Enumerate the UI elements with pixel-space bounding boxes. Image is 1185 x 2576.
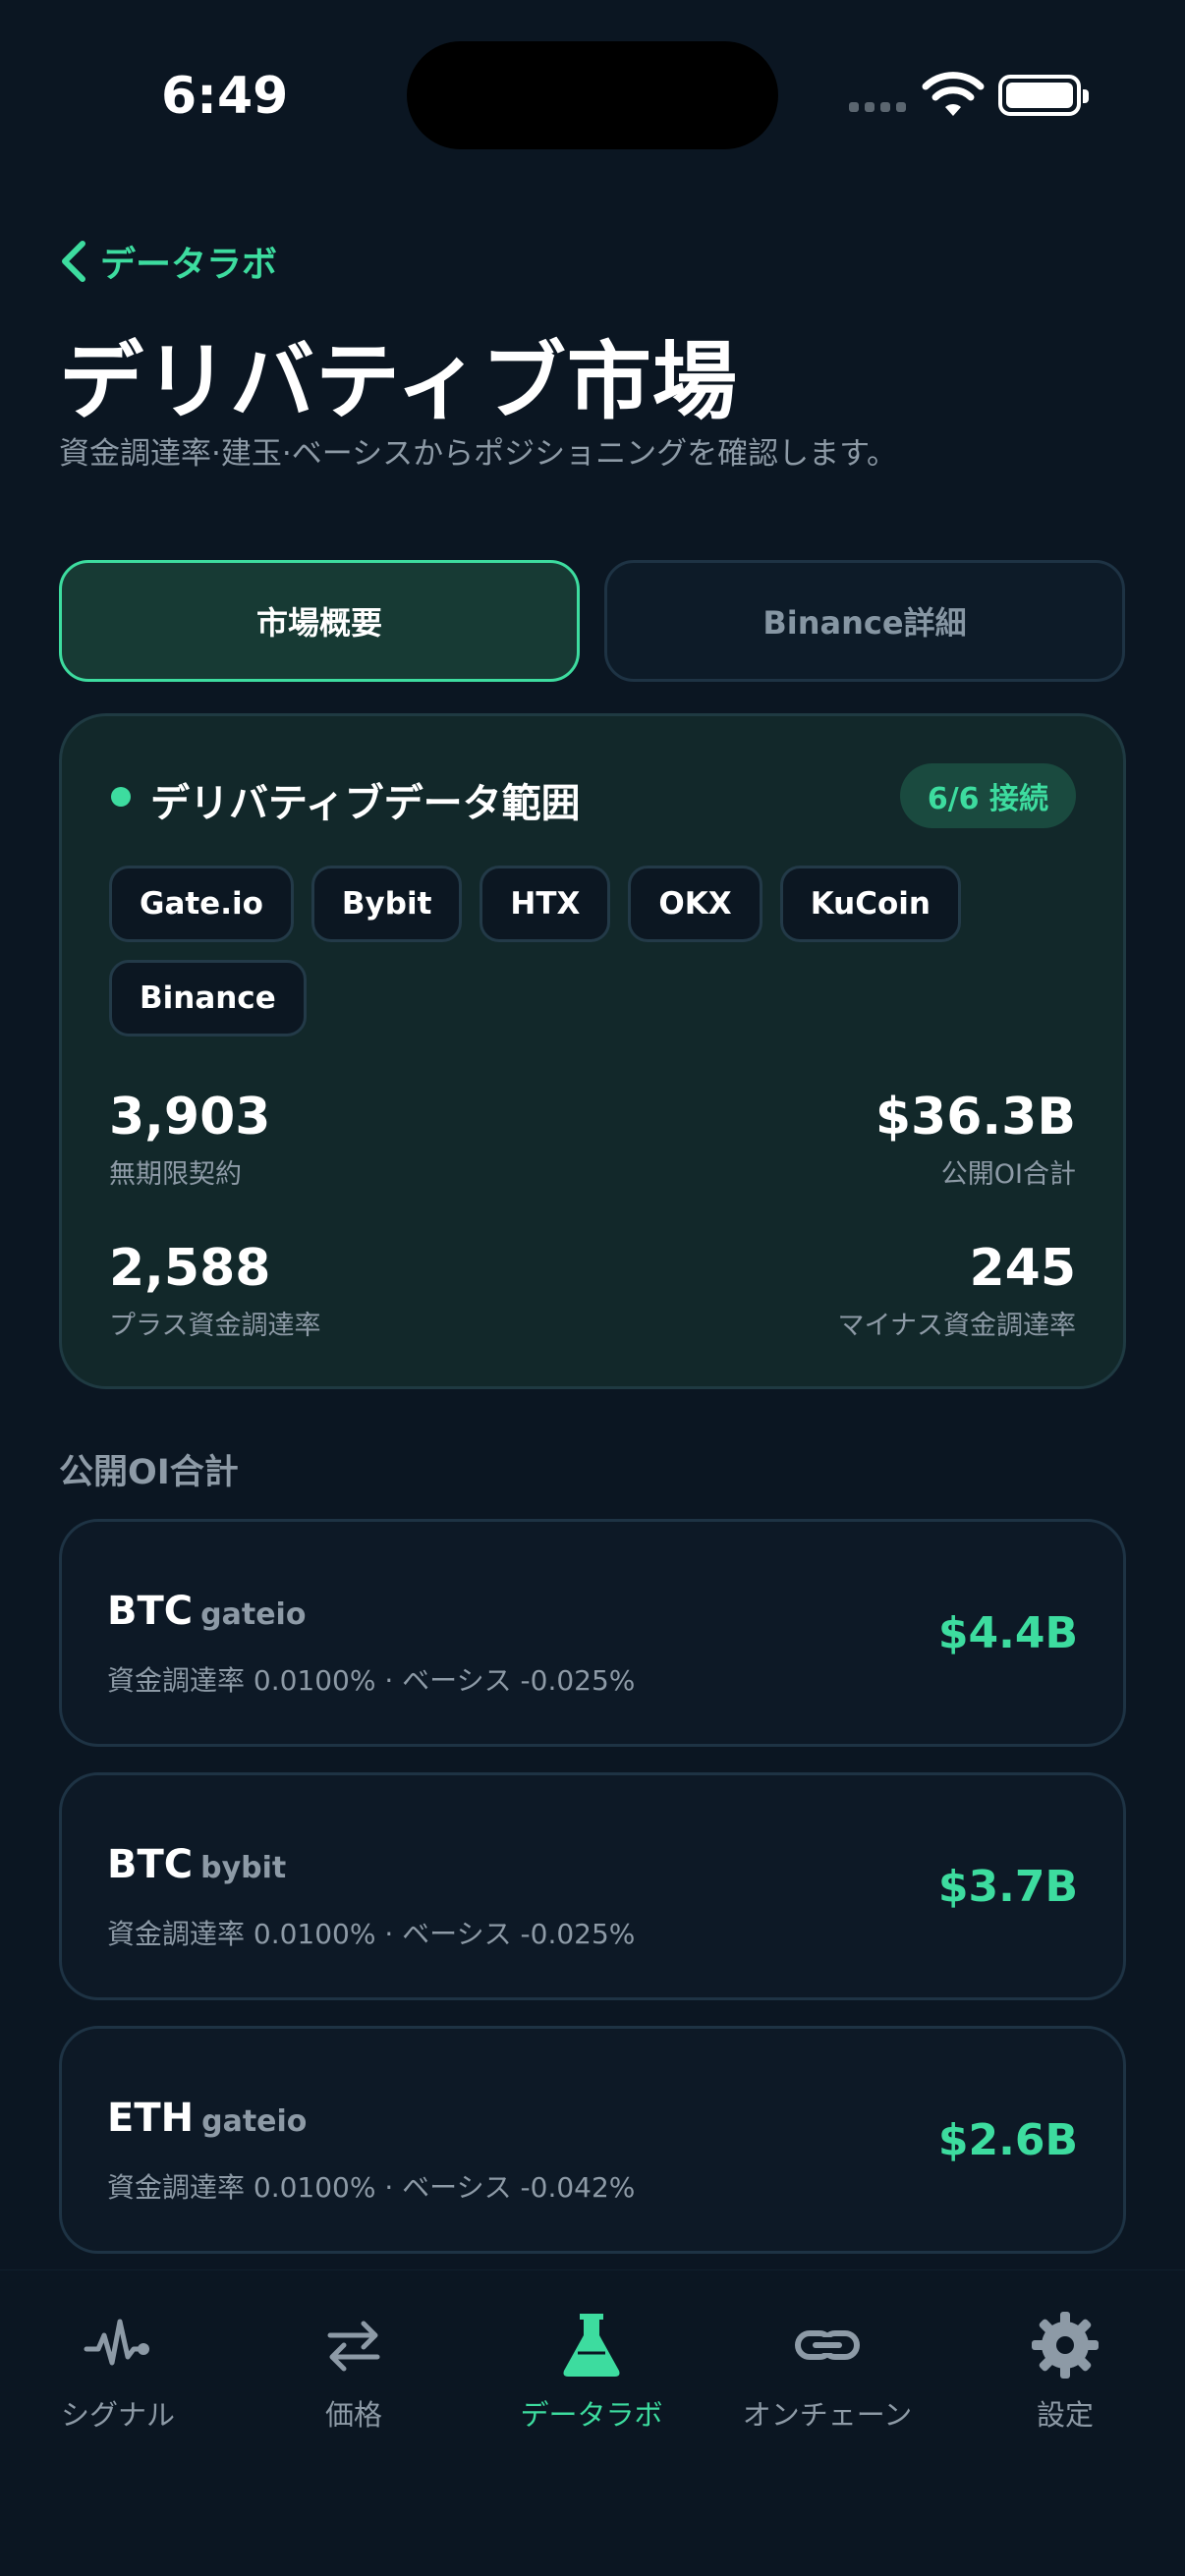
flask-icon xyxy=(563,2314,620,2377)
bottom-tab-bar: シグナル 価格 データラボ オンチェーン 設定 xyxy=(0,2269,1185,2576)
exchange-text: bybit xyxy=(200,1851,287,1885)
tabbar-item-settings[interactable]: 設定 xyxy=(967,2310,1163,2434)
oi-row[interactable]: ETH gateio 資金調達率 0.0100% · ベーシス -0.042% $… xyxy=(59,2026,1126,2254)
tabbar-label: オンチェーン xyxy=(742,2398,913,2432)
tab-market-overview[interactable]: 市場概要 xyxy=(59,560,580,682)
exchange-chip-gateio[interactable]: Gate.io xyxy=(109,866,294,942)
exchange-chip-okx[interactable]: OKX xyxy=(628,866,762,942)
oi-row[interactable]: BTC bybit 資金調達率 0.0100% · ベーシス -0.025% $3… xyxy=(59,1772,1126,2000)
symbol-text: BTC xyxy=(107,1589,194,1634)
stat-negative-funding: 245 マイナス資金調達率 xyxy=(838,1239,1076,1342)
stat-perpetuals: 3,903 無期限契約 xyxy=(109,1088,270,1191)
exchange-chip-htx[interactable]: HTX xyxy=(480,866,611,942)
stat-value: 3,903 xyxy=(109,1088,271,1147)
tabbar-label: 価格 xyxy=(324,2398,382,2432)
symbol-text: ETH xyxy=(107,2096,195,2141)
battery-icon xyxy=(998,75,1089,116)
data-scope-card: デリバティブデータ範囲 6/6 接続 Gate.io Bybit HTX OKX… xyxy=(59,713,1126,1389)
stat-value: $36.3B xyxy=(875,1088,1076,1147)
oi-value: $2.6B xyxy=(937,2115,1078,2165)
tabbar-label: 設定 xyxy=(1036,2398,1094,2432)
waveform-icon xyxy=(84,2319,149,2366)
oi-symbol: BTC bybit xyxy=(107,1842,286,1887)
oi-meta: 資金調達率 0.0100% · ベーシス -0.025% xyxy=(107,1918,636,1950)
tabbar-label: シグナル xyxy=(60,2398,175,2432)
exchange-text: gateio xyxy=(201,2104,308,2139)
page-subtitle: 資金調達率·建玉·ベーシスからポジショニングを確認します。 xyxy=(59,436,897,472)
arrows-exchange-icon xyxy=(327,2321,380,2372)
tabbar-item-datalab[interactable]: データラボ xyxy=(493,2310,690,2434)
stat-positive-funding: 2,588 プラス資金調達率 xyxy=(109,1239,320,1342)
page-title: デリバティブ市場 xyxy=(59,333,738,431)
tab-binance-details[interactable]: Binance詳細 xyxy=(604,560,1125,682)
stat-label: マイナス資金調達率 xyxy=(837,1311,1076,1341)
status-dot-icon xyxy=(111,787,131,807)
gear-icon xyxy=(1032,2312,1099,2379)
scope-title: デリバティブデータ範囲 xyxy=(150,781,581,826)
symbol-text: BTC xyxy=(107,1842,194,1887)
exchange-chip-binance[interactable]: Binance xyxy=(109,960,307,1036)
cellular-signal-icon xyxy=(849,102,906,112)
stat-label: プラス資金調達率 xyxy=(109,1311,321,1341)
link-icon xyxy=(795,2330,860,2360)
tabbar-item-signals[interactable]: シグナル xyxy=(20,2310,216,2434)
oi-meta: 資金調達率 0.0100% · ベーシス -0.042% xyxy=(107,2171,636,2204)
stat-label: 無期限契約 xyxy=(109,1159,242,1190)
tabbar-label: データラボ xyxy=(520,2398,663,2432)
stat-label: 公開OI合計 xyxy=(940,1159,1076,1190)
oi-value: $3.7B xyxy=(937,1862,1078,1912)
stat-value: 245 xyxy=(969,1239,1076,1298)
back-button[interactable]: データラボ xyxy=(59,236,277,287)
tabbar-item-prices[interactable]: 価格 xyxy=(255,2310,452,2434)
stat-value: 2,588 xyxy=(109,1239,271,1298)
stat-open-interest: $36.3B 公開OI合計 xyxy=(875,1088,1076,1191)
wifi-icon xyxy=(922,72,985,116)
exchange-chip-kucoin[interactable]: KuCoin xyxy=(779,866,961,942)
tabbar-item-onchain[interactable]: オンチェーン xyxy=(729,2310,926,2434)
chevron-left-icon xyxy=(62,241,85,282)
back-label: データラボ xyxy=(100,245,278,285)
oi-symbol: ETH gateio xyxy=(107,2096,307,2141)
exchange-text: gateio xyxy=(200,1597,307,1632)
oi-value: $4.4B xyxy=(937,1608,1078,1658)
oi-row[interactable]: BTC gateio 資金調達率 0.0100% · ベーシス -0.025% $… xyxy=(59,1519,1126,1747)
exchange-chips: Gate.io Bybit HTX OKX KuCoin Binance xyxy=(109,866,1092,1036)
dynamic-island xyxy=(407,41,778,149)
oi-symbol: BTC gateio xyxy=(107,1589,306,1634)
status-time: 6:49 xyxy=(161,67,289,126)
oi-meta: 資金調達率 0.0100% · ベーシス -0.025% xyxy=(107,1664,636,1697)
connection-badge: 6/6 接続 xyxy=(899,763,1076,828)
exchange-chip-bybit[interactable]: Bybit xyxy=(310,866,463,942)
section-title: 公開OI合計 xyxy=(59,1453,239,1492)
